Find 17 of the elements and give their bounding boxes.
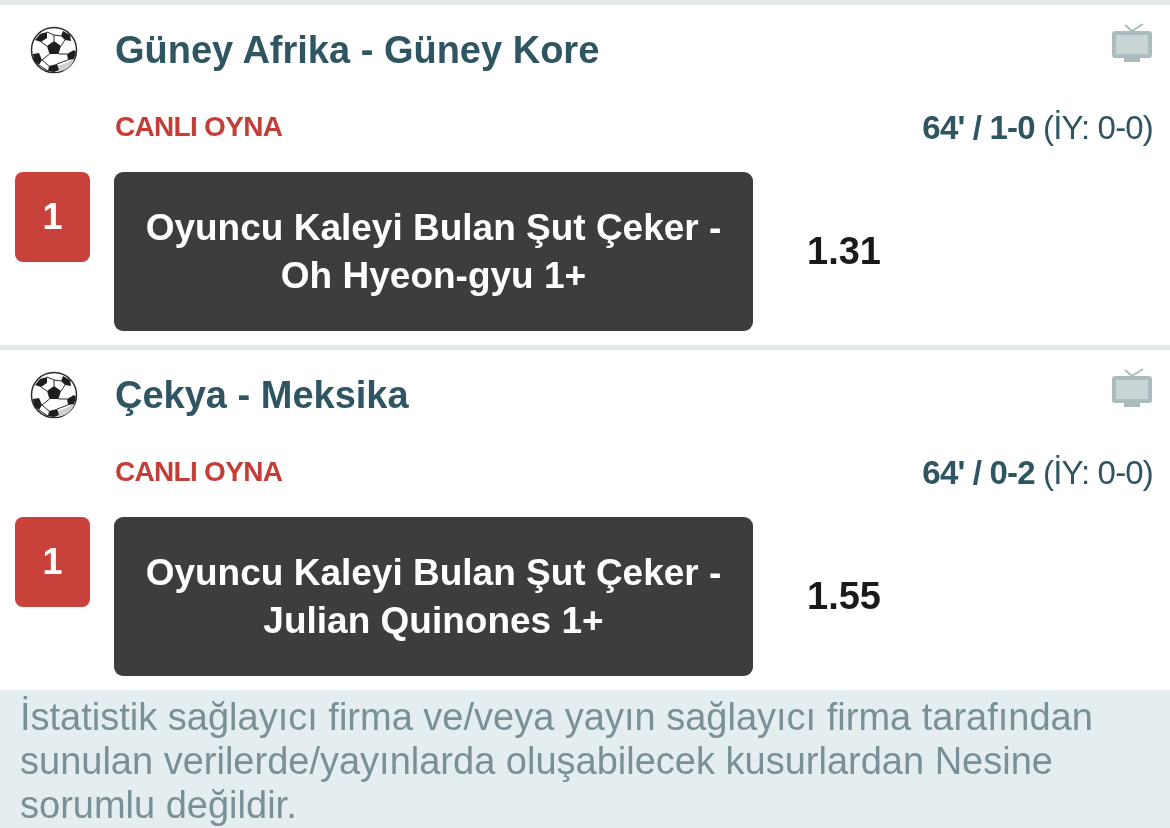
odds-value: 1.31 <box>807 229 881 274</box>
bet-selection-button[interactable]: Oyuncu Kaleyi Bulan Şut Çeker - Oh Hyeon-gyu 1+ <box>114 172 753 331</box>
live-play-link[interactable]: CANLI OYNA <box>115 113 283 141</box>
football-icon <box>30 371 78 419</box>
odds-value: 1.55 <box>807 574 881 619</box>
disclaimer-text: İstatistik sağlayıcı firma ve/veya yayın sağlayıcı firma tarafından sunulan verilerde/yayınlarda oluşabilecek kusurlardan Nesine sorumlu değildir. <box>20 695 1094 827</box>
bet-selection-button[interactable]: Oyuncu Kaleyi Bulan Şut Çeker - Julian Quinones 1+ <box>114 517 753 676</box>
outcome-badge: 1 <box>15 517 90 607</box>
match-title[interactable]: Güney Afrika - Güney Kore <box>115 31 600 69</box>
match-title[interactable]: Çekya - Meksika <box>115 376 409 414</box>
live-play-link[interactable]: CANLI OYNA <box>115 458 283 486</box>
match-score: 64' / 1-0 (İY: 0-0) <box>922 110 1153 144</box>
football-icon <box>30 26 78 74</box>
tv-icon[interactable] <box>1111 368 1153 408</box>
match-score: 64' / 0-2 (İY: 0-0) <box>922 455 1153 489</box>
outcome-badge: 1 <box>15 172 90 262</box>
tv-icon[interactable] <box>1111 23 1153 63</box>
